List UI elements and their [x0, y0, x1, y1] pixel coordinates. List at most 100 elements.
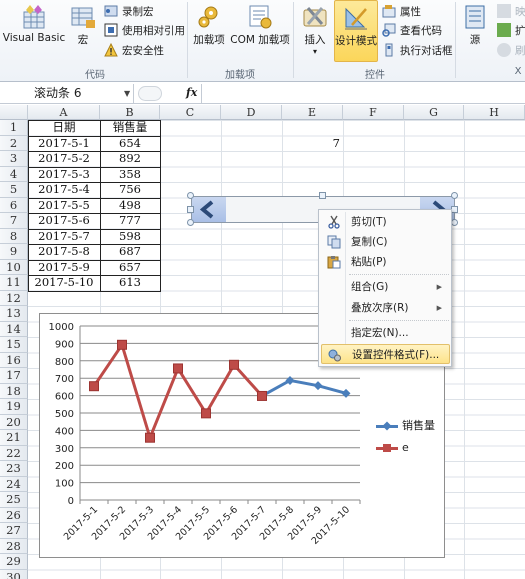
design-mode-button[interactable]: 设计模式: [334, 0, 378, 62]
resize-handle-top-right[interactable]: [451, 192, 458, 199]
menu-item-order[interactable]: 叠放次序(R) ▶: [321, 298, 450, 318]
properties-button[interactable]: 属性: [382, 2, 421, 20]
resize-handle-bottom-right[interactable]: [451, 219, 458, 226]
column-header-c[interactable]: C: [160, 105, 221, 120]
run-dialog-button[interactable]: 执行对话框: [382, 41, 453, 59]
row-header-13[interactable]: 13: [0, 306, 28, 322]
menu-item-paste[interactable]: 粘贴(P): [321, 252, 450, 272]
row-header-4[interactable]: 4: [0, 166, 28, 182]
row-header-24[interactable]: 24: [0, 476, 28, 492]
row-header-6[interactable]: 6: [0, 197, 28, 213]
relative-reference-button[interactable]: 使用相对引用: [104, 21, 185, 39]
row-header-23[interactable]: 23: [0, 461, 28, 477]
row-header-20[interactable]: 20: [0, 414, 28, 430]
cell-b8[interactable]: 598: [100, 229, 160, 245]
menu-item-copy[interactable]: 复制(C): [321, 232, 450, 252]
menu-item-assign-macro[interactable]: 指定宏(N)...: [321, 323, 450, 343]
row-header-9[interactable]: 9: [0, 244, 28, 260]
row-header-18[interactable]: 18: [0, 383, 28, 399]
row-header-17[interactable]: 17: [0, 368, 28, 384]
column-header-e[interactable]: E: [282, 105, 343, 120]
cell-a11[interactable]: 2017-5-10: [28, 275, 100, 291]
cell-b2[interactable]: 654: [100, 136, 160, 152]
cell-a7[interactable]: 2017-5-6: [28, 213, 100, 229]
row-header-21[interactable]: 21: [0, 430, 28, 446]
macro-security-button[interactable]: 宏安全性: [104, 41, 164, 59]
cell-b11[interactable]: 613: [100, 275, 160, 291]
xml-source-button[interactable]: 源: [460, 0, 490, 62]
insert-function-icon[interactable]: fx: [186, 86, 197, 99]
cell-b1[interactable]: 销售量: [100, 120, 160, 136]
resize-handle-left[interactable]: [187, 206, 194, 213]
row-header-19[interactable]: 19: [0, 399, 28, 415]
cell-a8[interactable]: 2017-5-7: [28, 229, 100, 245]
view-code-button[interactable]: 查看代码: [382, 21, 442, 39]
resize-handle-top-left[interactable]: [187, 192, 194, 199]
macros-button[interactable]: 宏: [68, 0, 98, 62]
cell-b9[interactable]: 687: [100, 244, 160, 260]
menu-item-group[interactable]: 组合(G) ▶: [321, 277, 450, 297]
cell-b5[interactable]: 756: [100, 182, 160, 198]
row-header-2[interactable]: 2: [0, 135, 28, 151]
cell-a1[interactable]: 日期: [28, 120, 100, 136]
row-header-15[interactable]: 15: [0, 337, 28, 353]
cell-a10[interactable]: 2017-5-9: [28, 260, 100, 276]
column-header-h[interactable]: H: [464, 105, 525, 120]
row-header-30[interactable]: 30: [0, 569, 28, 579]
row-header-25[interactable]: 25: [0, 492, 28, 508]
name-box-dropdown-icon[interactable]: ▼: [124, 85, 130, 103]
record-macro-button[interactable]: 录制宏: [104, 2, 154, 20]
menu-item-label: 粘贴(P): [351, 256, 387, 268]
row-header-26[interactable]: 26: [0, 507, 28, 523]
row-header-29[interactable]: 29: [0, 554, 28, 570]
row-header-5[interactable]: 5: [0, 182, 28, 198]
cell-a6[interactable]: 2017-5-5: [28, 198, 100, 214]
row-header-8[interactable]: 8: [0, 228, 28, 244]
row-header-28[interactable]: 28: [0, 538, 28, 554]
column-header-f[interactable]: F: [343, 105, 404, 120]
resize-handle-right[interactable]: [451, 206, 458, 213]
column-header-b[interactable]: B: [100, 105, 160, 120]
cell-b10[interactable]: 657: [100, 260, 160, 276]
cell-a4[interactable]: 2017-5-3: [28, 167, 100, 183]
menu-item-format-control[interactable]: 设置控件格式(F)...: [321, 344, 450, 364]
formula-bar-resize-handle[interactable]: [138, 86, 162, 101]
map-properties-button[interactable]: 映: [497, 2, 525, 20]
cell-a9[interactable]: 2017-5-8: [28, 244, 100, 260]
column-header-g[interactable]: G: [404, 105, 464, 120]
row-header-27[interactable]: 27: [0, 523, 28, 539]
row-header-1[interactable]: 1: [0, 120, 28, 136]
formula-input[interactable]: [201, 84, 525, 103]
row-header-3[interactable]: 3: [0, 151, 28, 167]
cell-b3[interactable]: 892: [100, 151, 160, 167]
cell-b4[interactable]: 358: [100, 167, 160, 183]
resize-handle-bottom-left[interactable]: [187, 219, 194, 226]
column-header-a[interactable]: A: [28, 105, 100, 120]
cell-b6[interactable]: 498: [100, 198, 160, 214]
cell-e2[interactable]: 7: [282, 136, 343, 152]
column-header-d[interactable]: D: [221, 105, 282, 120]
com-addins-button[interactable]: COM 加载项: [229, 0, 291, 62]
row-header-14[interactable]: 14: [0, 321, 28, 337]
expansion-packs-button[interactable]: 扩: [497, 21, 525, 39]
resize-handle-top[interactable]: [319, 192, 326, 199]
cell-a3[interactable]: 2017-5-2: [28, 151, 100, 167]
name-box[interactable]: 滚动条 6: [0, 84, 134, 103]
insert-control-button[interactable]: 插入 ▾: [298, 0, 332, 62]
scroll-left-button[interactable]: [192, 197, 226, 222]
cell-a2[interactable]: 2017-5-1: [28, 136, 100, 152]
visual-basic-button[interactable]: Visual Basic: [2, 0, 66, 62]
row-header-22[interactable]: 22: [0, 445, 28, 461]
menu-item-cut[interactable]: 剪切(T): [321, 212, 450, 232]
row-header-10[interactable]: 10: [0, 259, 28, 275]
row-header-16[interactable]: 16: [0, 352, 28, 368]
refresh-data-button[interactable]: 刷: [497, 41, 525, 59]
cell-b7[interactable]: 777: [100, 213, 160, 229]
cell-a5[interactable]: 2017-5-4: [28, 182, 100, 198]
addins-button[interactable]: 加载项: [190, 0, 228, 62]
expansion-packs-label: 扩: [515, 24, 525, 37]
row-header-12[interactable]: 12: [0, 290, 28, 306]
row-header-11[interactable]: 11: [0, 275, 28, 291]
select-all-corner[interactable]: [0, 105, 28, 120]
row-header-7[interactable]: 7: [0, 213, 28, 229]
